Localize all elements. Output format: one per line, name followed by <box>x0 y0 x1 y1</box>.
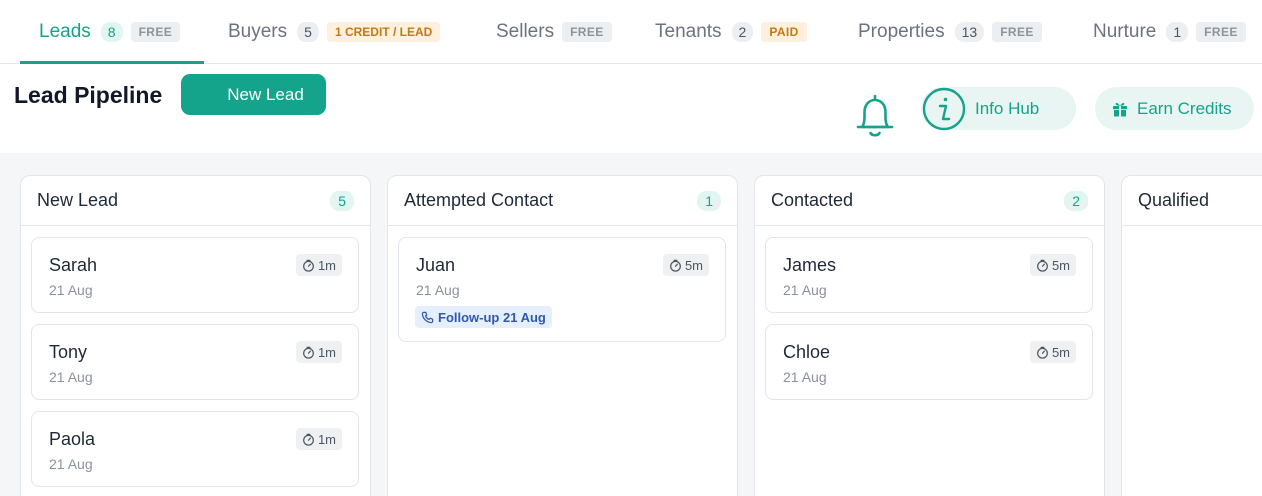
info-icon <box>922 87 966 130</box>
tab-badge: FREE <box>130 22 181 42</box>
time-badge: 1m <box>295 341 342 363</box>
lead-name: Chloe <box>783 342 831 362</box>
tab-sellers[interactable]: Sellers FREE <box>496 0 612 64</box>
column-title: Qualified <box>1138 190 1210 210</box>
page-title: Lead Pipeline <box>14 82 163 108</box>
column-title: Contacted <box>771 190 854 210</box>
lead-card[interactable]: Tony 21 Aug 1m <box>31 324 359 400</box>
gift-icon <box>1113 102 1127 116</box>
timer-icon <box>1037 346 1048 359</box>
phone-icon <box>421 311 434 323</box>
lead-date: 21 Aug <box>783 369 827 385</box>
column-title: New Lead <box>37 190 119 210</box>
tab-badge: 1 CREDIT / LEAD <box>326 22 441 42</box>
info-hub-button[interactable]: Info Hub <box>921 87 1076 130</box>
timer-icon <box>303 433 314 446</box>
tab-label: Tenants <box>655 21 722 42</box>
time-ago: 5m <box>1051 344 1070 360</box>
tab-leads[interactable]: Leads 8 FREE <box>39 0 181 64</box>
column-count: 5 <box>330 190 354 211</box>
tab-count: 1 <box>1166 22 1189 42</box>
column-contacted: Contacted 2 James 21 Aug 5m Chloe 21 Aug… <box>754 175 1105 496</box>
lead-name: Tony <box>49 342 88 362</box>
active-tab-indicator <box>20 61 204 64</box>
time-badge: 5m <box>1029 254 1076 276</box>
tab-badge: FREE <box>992 22 1042 42</box>
time-ago: 1m <box>317 257 336 273</box>
time-badge: 1m <box>295 428 342 450</box>
lead-card[interactable]: Sarah 21 Aug 1m <box>31 237 359 313</box>
lead-name: Paola <box>49 429 96 449</box>
lead-name: James <box>783 255 837 275</box>
new-lead-button[interactable]: New Lead <box>181 74 326 115</box>
tab-bar: Leads 8 FREE Buyers 5 1 CREDIT / LEAD Se… <box>0 0 1262 64</box>
time-badge: 5m <box>1029 341 1076 363</box>
tab-label: Buyers <box>228 21 288 42</box>
column-qualified: Qualified <box>1121 175 1262 496</box>
lead-name: Sarah <box>49 255 98 275</box>
column-header: Contacted 2 <box>755 176 1104 226</box>
tab-buyers[interactable]: Buyers 5 1 CREDIT / LEAD <box>228 0 441 64</box>
time-badge: 1m <box>295 254 342 276</box>
tab-label: Sellers <box>496 21 555 42</box>
tab-badge: PAID <box>761 22 807 42</box>
tab-count: 2 <box>731 22 754 42</box>
lead-card[interactable]: Chloe 21 Aug 5m <box>765 324 1093 400</box>
time-ago: 5m <box>684 257 703 273</box>
bell-icon[interactable] <box>853 93 897 139</box>
lead-card[interactable]: Paola 21 Aug 1m <box>31 411 359 487</box>
info-hub-label: Info Hub <box>975 98 1040 118</box>
lead-name: Juan <box>416 255 456 275</box>
tab-label: Properties <box>858 21 945 42</box>
time-ago: 1m <box>317 431 336 447</box>
time-badge: 5m <box>662 254 709 276</box>
column-count: 2 <box>1064 190 1088 211</box>
lead-date: 21 Aug <box>783 282 827 298</box>
timer-icon <box>1037 259 1048 272</box>
follow-up-tag[interactable]: Follow-up 21 Aug <box>415 306 552 328</box>
tab-label: Leads <box>39 21 91 42</box>
lead-date: 21 Aug <box>49 369 93 385</box>
follow-up-label: Follow-up 21 Aug <box>438 309 546 325</box>
column-title: Attempted Contact <box>404 190 554 210</box>
lead-card[interactable]: James 21 Aug 5m <box>765 237 1093 313</box>
column-header: Qualified <box>1122 176 1262 226</box>
column-header: Attempted Contact 1 <box>388 176 737 226</box>
lead-card[interactable]: Juan 21 Aug 5m Follow-up 21 Aug <box>398 237 726 342</box>
tab-properties[interactable]: Properties 13 FREE <box>858 0 1042 64</box>
earn-credits-label: Earn Credits <box>1137 98 1232 118</box>
column-new-lead: New Lead 5 Sarah 21 Aug 1m Tony 21 Aug 1… <box>20 175 371 496</box>
tab-badge: FREE <box>562 22 612 42</box>
time-ago: 1m <box>317 344 336 360</box>
tab-label: Nurture <box>1093 21 1157 42</box>
timer-icon <box>303 259 314 272</box>
timer-icon <box>303 346 314 359</box>
earn-credits-button[interactable]: Earn Credits <box>1095 87 1254 130</box>
tab-nurture[interactable]: Nurture 1 FREE <box>1093 0 1246 64</box>
tab-count: 8 <box>100 22 123 42</box>
tab-badge: FREE <box>1196 22 1246 42</box>
tab-tenants[interactable]: Tenants 2 PAID <box>655 0 807 64</box>
column-attempted-contact: Attempted Contact 1 Juan 21 Aug 5m Follo… <box>387 175 738 496</box>
lead-date: 21 Aug <box>416 282 460 298</box>
column-count: 1 <box>697 190 721 211</box>
column-header: New Lead 5 <box>21 176 370 226</box>
tab-count: 5 <box>297 22 319 42</box>
lead-date: 21 Aug <box>49 456 93 472</box>
tab-count: 13 <box>954 22 985 42</box>
timer-icon <box>670 259 681 272</box>
lead-date: 21 Aug <box>49 282 93 298</box>
time-ago: 5m <box>1051 257 1070 273</box>
